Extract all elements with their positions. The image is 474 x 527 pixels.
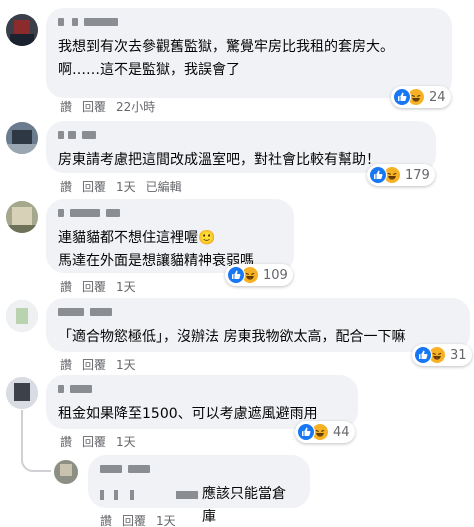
reaction-count: 24 [429, 89, 446, 105]
reaction-summary[interactable]: 24 [391, 86, 451, 108]
timestamp[interactable]: 1天 [116, 358, 136, 372]
comment-actions: 讚回覆 1天 [100, 512, 186, 527]
comment-bubble: 我想到有次去參觀舊監獄，驚覺牢房比我租的套房大。 啊……這不是監獄，我誤會了 [46, 8, 452, 98]
commenter-name-blurred[interactable] [58, 131, 424, 140]
like-button[interactable]: 讚 [60, 358, 72, 372]
avatar[interactable] [6, 122, 38, 154]
comment-bubble: 應該只能當倉庫 [88, 455, 310, 525]
avatar[interactable] [6, 300, 38, 332]
comment-text: 應該只能當倉庫 [202, 486, 286, 525]
comment-text: 我想到有次去參觀舊監獄，驚覺牢房比我租的套房大。 啊……這不是監獄，我誤會了 [58, 39, 394, 78]
mention-blurred[interactable] [176, 491, 198, 499]
reply-button[interactable]: 回覆 [82, 358, 106, 372]
reply-name-blurred[interactable] [100, 490, 160, 500]
like-reaction-icon [297, 423, 315, 441]
reply-button[interactable]: 回覆 [82, 435, 106, 449]
like-reaction-icon [369, 166, 387, 184]
like-reaction-icon [414, 346, 432, 364]
timestamp[interactable]: 1天 [116, 435, 136, 449]
reaction-count: 109 [263, 267, 288, 283]
reaction-summary[interactable]: 44 [295, 421, 355, 443]
timestamp[interactable]: 22小時 [116, 100, 155, 114]
timestamp[interactable]: 1天 [116, 180, 136, 194]
comment-actions: 讚回覆 1天 [60, 433, 146, 450]
avatar[interactable] [6, 377, 38, 409]
avatar[interactable] [6, 201, 38, 233]
comment-actions: 讚回覆 1天 [60, 356, 146, 373]
reaction-summary[interactable]: 179 [367, 164, 435, 186]
comment-bubble: 「適合物慾極低」，沒辦法 房東我物欲太高，配合一下嘛 [46, 298, 470, 352]
timestamp[interactable]: 1天 [116, 280, 136, 294]
reply-thread-line [21, 410, 51, 472]
comment-bubble: 連貓貓都不想住這裡喔🙂 馬達在外面是想讓貓精神衰弱嗎 [46, 199, 294, 273]
like-button[interactable]: 讚 [60, 435, 72, 449]
commenter-name-blurred[interactable] [58, 18, 440, 27]
commenter-name-blurred[interactable] [58, 385, 346, 394]
avatar[interactable] [54, 460, 78, 484]
reaction-summary[interactable]: 109 [225, 264, 293, 286]
reply-button[interactable]: 回覆 [82, 100, 106, 114]
reaction-count: 44 [333, 424, 350, 440]
edited-label[interactable]: 已編輯 [146, 180, 182, 194]
reply-button[interactable]: 回覆 [82, 280, 106, 294]
timestamp[interactable]: 1天 [156, 514, 176, 527]
comment-actions: 讚回覆 1天 已編輯 [60, 178, 192, 195]
reaction-summary[interactable]: 31 [412, 344, 472, 366]
comment-text: 「適合物慾極低」，沒辦法 房東我物欲太高，配合一下嘛 [58, 329, 406, 345]
like-button[interactable]: 讚 [60, 180, 72, 194]
like-reaction-icon [393, 88, 411, 106]
like-button[interactable]: 讚 [100, 514, 112, 527]
reaction-count: 31 [450, 347, 467, 363]
like-reaction-icon [227, 266, 245, 284]
like-button[interactable]: 讚 [60, 280, 72, 294]
reply-button[interactable]: 回覆 [122, 514, 146, 527]
commenter-name-blurred[interactable] [58, 209, 282, 218]
comment-actions: 讚回覆 22小時 [60, 98, 165, 115]
reaction-count: 179 [405, 167, 430, 183]
commenter-name-blurred[interactable] [58, 308, 458, 317]
like-button[interactable]: 讚 [60, 100, 72, 114]
reply-button[interactable]: 回覆 [82, 180, 106, 194]
commenter-name-blurred[interactable] [100, 465, 298, 474]
avatar[interactable] [6, 14, 38, 46]
comment-actions: 讚回覆 1天 [60, 278, 146, 295]
